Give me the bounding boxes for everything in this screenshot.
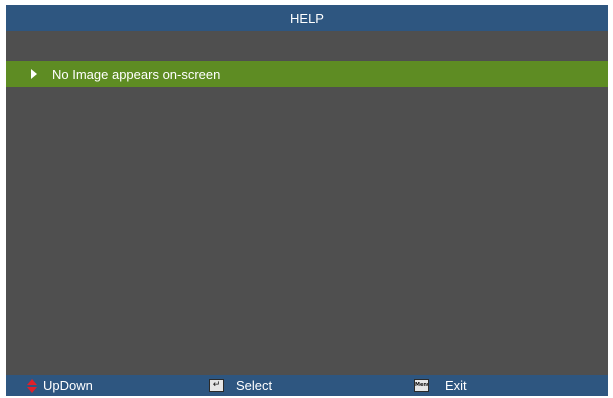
updown-hint: UpDown: [27, 375, 93, 396]
up-down-arrows-icon: [27, 378, 37, 393]
menu-item-label: No Image appears on-screen: [52, 66, 221, 82]
exit-hint: Menu Exit: [414, 375, 467, 396]
play-arrow-icon: [31, 69, 37, 79]
updown-hint-label: UpDown: [43, 378, 93, 393]
select-hint: ↵ Select: [209, 375, 272, 396]
page-title: HELP: [290, 10, 324, 26]
help-menu-list: No Image appears on-screen: [6, 61, 608, 87]
exit-hint-label: Exit: [445, 378, 467, 393]
title-bar: HELP: [6, 5, 608, 31]
select-hint-label: Select: [236, 378, 273, 393]
menu-key-icon: Menu: [414, 379, 429, 392]
help-osd-panel: HELP No Image appears on-screen UpDown ↵…: [6, 5, 608, 396]
menu-item-no-image[interactable]: No Image appears on-screen: [6, 61, 608, 87]
enter-key-icon: ↵: [209, 379, 224, 392]
footer-hint-bar: UpDown ↵ Select Menu Exit: [6, 375, 608, 396]
